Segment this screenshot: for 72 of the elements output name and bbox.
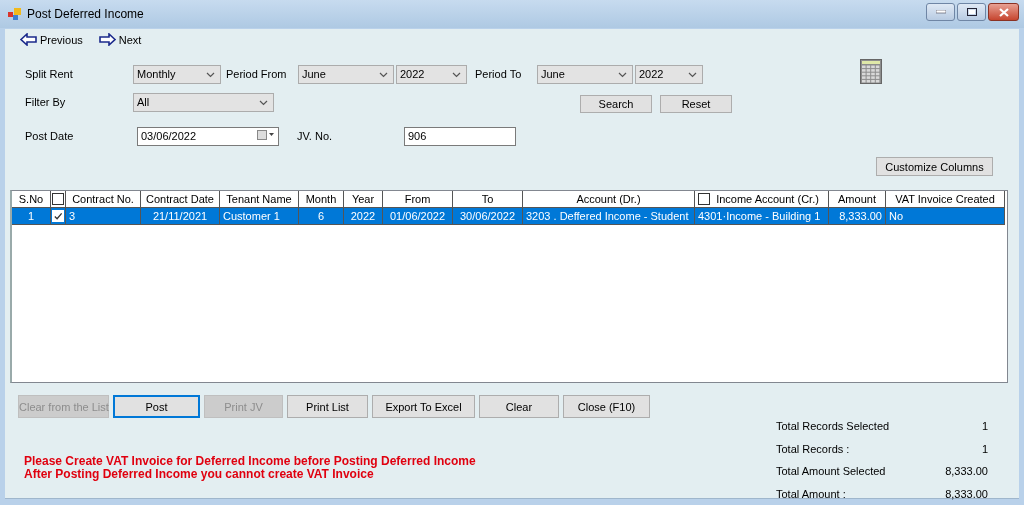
calculator-icon[interactable] [860,58,882,84]
action-button[interactable]: Close (F10) [563,395,650,418]
table-cell: 3203 . Deffered Income - Student [523,208,695,225]
table-cell: 6 [299,208,344,225]
arrow-icon [20,32,37,48]
column-header[interactable]: Tenant Name [220,191,299,208]
warning-message: Please Create VAT Invoice for Deferred Income before Posting Deferred Income [24,455,476,468]
dropdown[interactable]: 2022 [396,64,467,84]
restore-icon [966,8,977,16]
column-header[interactable]: Income Account (Cr.) [710,193,825,205]
total-label: Total Records Selected [776,420,890,433]
reset-button[interactable]: Reset [660,95,732,113]
table-cell: Customer 1 [220,208,299,225]
column-header[interactable]: Contract Date [141,191,220,208]
table-cell: 3 [66,208,141,225]
field-label: Period From [226,68,288,80]
column-header[interactable]: S.No [12,191,51,208]
table-cell: 21/11/2021 [141,208,220,225]
maximize-button[interactable] [957,3,986,21]
table-cell: No [886,208,1005,225]
column-header[interactable]: Year [344,191,383,208]
previous-link[interactable]: Previous [20,32,83,48]
column-header[interactable]: VAT Invoice Created [886,191,1005,208]
dropdown[interactable]: 2022 [635,64,703,84]
date-field[interactable]: 03/06/2022 [137,126,279,146]
customize-columns-button[interactable]: Customize Columns [876,157,993,176]
action-button[interactable]: Print List [287,395,368,418]
row-checkbox[interactable] [52,210,64,222]
jv-number-field[interactable]: 906 [404,126,516,146]
app-icon [8,8,21,20]
search-button[interactable]: Search [580,95,652,113]
action-button[interactable]: Post [113,395,200,418]
total-value: 8,333.00 [945,465,988,478]
table-row[interactable]: 1 3 21/11/2021 Customer 1 6 2022 01/06/2022 30/06/2022 3203 . Deffered Income - Student 4301·Income - Building 1 8,333.00 No [12,208,1007,225]
field-label: Split Rent [25,68,74,80]
close-button[interactable] [988,3,1019,21]
table-cell: 2022 [344,208,383,225]
dropdown[interactable]: Monthly [133,64,221,84]
action-button[interactable]: Export To Excel [372,395,475,418]
field-label: JV. No. [297,130,334,142]
column-header[interactable]: From [383,191,453,208]
table-cell: 8,333.00 [829,208,886,225]
total-label: Total Amount : [776,487,846,500]
column-header[interactable]: Contract No. [66,191,141,208]
total-value: 8,333.00 [945,487,988,500]
table-cell: 1 [12,208,51,225]
field-label: Filter By [25,96,67,108]
dropdown[interactable]: All [133,92,274,112]
table-cell: 4301·Income - Building 1 [695,208,829,225]
total-value: 1 [981,420,988,433]
window-title: Post Deferred Income [27,7,145,21]
next-link[interactable]: Next [98,32,142,48]
minimize-icon [935,10,946,14]
calendar-icon [257,130,275,142]
field-label: Period To [475,68,523,80]
header-checkbox[interactable] [698,193,710,205]
column-header[interactable]: To [453,191,523,208]
table-cell: 30/06/2022 [453,208,523,225]
table-cell: 01/06/2022 [383,208,453,225]
field-label: Post Date [25,130,75,142]
column-header[interactable]: Amount [829,191,886,208]
close-icon [998,7,1009,17]
total-label: Total Amount Selected [776,465,886,478]
total-label: Total Records : [776,442,850,455]
dropdown[interactable]: June [537,64,633,84]
column-header[interactable]: Account (Dr.) [523,191,695,208]
action-button[interactable]: Clear [479,395,559,418]
arrow-icon [98,32,116,48]
total-value: 1 [981,442,988,455]
warning-message: After Posting Deferred Income you cannot create VAT Invoice [24,468,374,481]
column-header[interactable]: Month [299,191,344,208]
dropdown[interactable]: June [298,64,394,84]
